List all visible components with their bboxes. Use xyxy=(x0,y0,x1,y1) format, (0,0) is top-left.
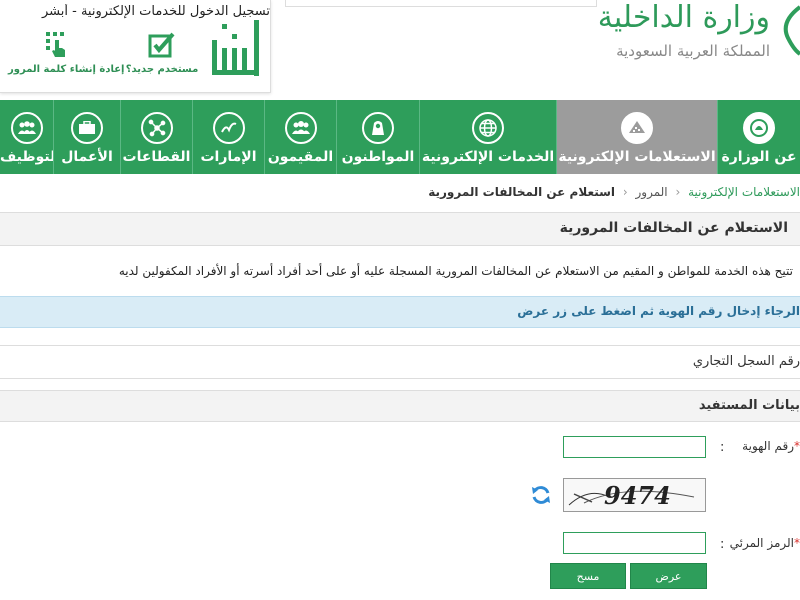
nav-label-residents: المقيمون xyxy=(267,149,334,165)
residents-icon xyxy=(284,112,317,144)
nav-label-emirates: الإمارات xyxy=(200,149,257,165)
breadcrumb-chevron-icon: ‹ xyxy=(622,185,628,199)
divider xyxy=(0,378,800,379)
ministry-emblem-icon xyxy=(743,112,775,144)
ministry-subtitle: المملكة العربية السعودية xyxy=(616,42,770,60)
divider xyxy=(0,345,800,346)
reset-password-link[interactable]: إعادة إنشاء كلمة المرور xyxy=(8,30,124,75)
new-user-label: مستخدم جديد؟ xyxy=(125,64,199,75)
globe-icon xyxy=(472,112,504,144)
absher-logo xyxy=(212,20,259,76)
required-asterisk: * xyxy=(794,439,800,453)
captcha-text: 9474 xyxy=(604,481,671,510)
beneficiary-header-text: بيانات المستفيد xyxy=(698,398,800,413)
top-strip xyxy=(285,0,597,7)
ministry-logo-icon xyxy=(783,5,800,56)
sectors-icon xyxy=(140,112,173,144)
edit-check-icon xyxy=(148,32,175,58)
reset-password-label: إعادة إنشاء كلمة المرور xyxy=(8,64,125,75)
nav-label-business: الأعمال xyxy=(61,149,113,165)
hand-keypad-icon xyxy=(46,32,65,57)
briefcase-icon xyxy=(71,112,103,144)
captcha-label-text: الرمز المرئي xyxy=(729,536,794,550)
id-colon: : xyxy=(720,440,725,455)
captcha-input[interactable] xyxy=(563,532,706,554)
nav-label-citizens: المواطنون xyxy=(341,149,415,165)
beneficiary-header: بيانات المستفيد xyxy=(0,390,800,422)
breadcrumb-chevron-icon: ‹ xyxy=(675,185,681,199)
nav-item-eservices[interactable]: الخدمات الإلكترونية xyxy=(419,100,556,174)
nav-item-sectors[interactable]: القطاعات xyxy=(120,100,192,174)
captcha-image: 9474 xyxy=(563,478,706,512)
ministry-name: وزارة الداخلية xyxy=(597,0,770,35)
info-alert: الرجاء إدخال رقم الهوية ثم اضغط على زر ع… xyxy=(0,296,800,328)
submit-button[interactable]: عرض xyxy=(630,563,707,589)
nav-label-sectors: القطاعات xyxy=(122,149,191,165)
nav-item-about-ministry[interactable]: عن الوزارة xyxy=(717,100,800,174)
id-number-input[interactable] xyxy=(563,436,706,458)
id-number-label: *رقم الهوية xyxy=(742,439,800,453)
refresh-captcha-icon[interactable] xyxy=(530,484,552,506)
nav-item-einquiries[interactable]: الاستعلامات الإلكترونية xyxy=(556,100,717,174)
nav-label-about-ministry: عن الوزارة xyxy=(721,149,797,165)
citizen-icon xyxy=(362,112,394,144)
breadcrumb-link-traffic[interactable]: المرور xyxy=(636,185,668,199)
nav-label-eservices: الخدمات الإلكترونية xyxy=(421,149,555,165)
nav-item-business[interactable]: الأعمال xyxy=(53,100,120,174)
captcha-label: *الرمز المرئي xyxy=(730,536,800,550)
page-title: الاستعلام عن المخالفات المرورية xyxy=(559,220,788,236)
required-asterisk: * xyxy=(794,536,800,550)
breadcrumb-current: استعلام عن المخالفات المرورية xyxy=(428,185,616,199)
inquiries-icon xyxy=(621,112,653,144)
nav-item-citizens[interactable]: المواطنون xyxy=(336,100,419,174)
new-user-link[interactable]: مستخدم جديد؟ xyxy=(118,30,206,75)
breadcrumb: الاستعلامات الإلكترونية ‹ المرور ‹ استعل… xyxy=(428,185,800,199)
nav-item-emirates[interactable]: الإمارات xyxy=(192,100,264,174)
radio-option-commercial-register[interactable]: رقم السجل التجاري xyxy=(693,354,800,369)
nav-item-residents[interactable]: المقيمون xyxy=(264,100,336,174)
id-number-label-text: رقم الهوية xyxy=(742,439,794,453)
clear-button[interactable]: مسح xyxy=(550,563,626,589)
employment-icon xyxy=(10,112,43,144)
nav-item-employment[interactable]: التوظيف xyxy=(0,100,53,174)
nav-label-employment: التوظيف xyxy=(0,149,53,165)
main-nav: التوظيف الأعمال القطاعات الإمارات المقيم… xyxy=(0,100,800,174)
info-alert-text: الرجاء إدخال رقم الهوية ثم اضغط على زر ع… xyxy=(517,304,800,318)
absher-login-box: تسجيل الدخول للخدمات الإلكترونية - أبشر … xyxy=(0,0,271,93)
captcha-colon: : xyxy=(720,537,725,552)
service-description: تتيح هذه الخدمة للمواطن و المقيم من الاس… xyxy=(118,264,793,278)
page-title-bar: الاستعلام عن المخالفات المرورية xyxy=(0,212,800,246)
breadcrumb-link-einquiries[interactable]: الاستعلامات الإلكترونية xyxy=(688,185,800,199)
emirates-icon xyxy=(212,112,245,144)
nav-label-einquiries: الاستعلامات الإلكترونية xyxy=(558,149,716,165)
